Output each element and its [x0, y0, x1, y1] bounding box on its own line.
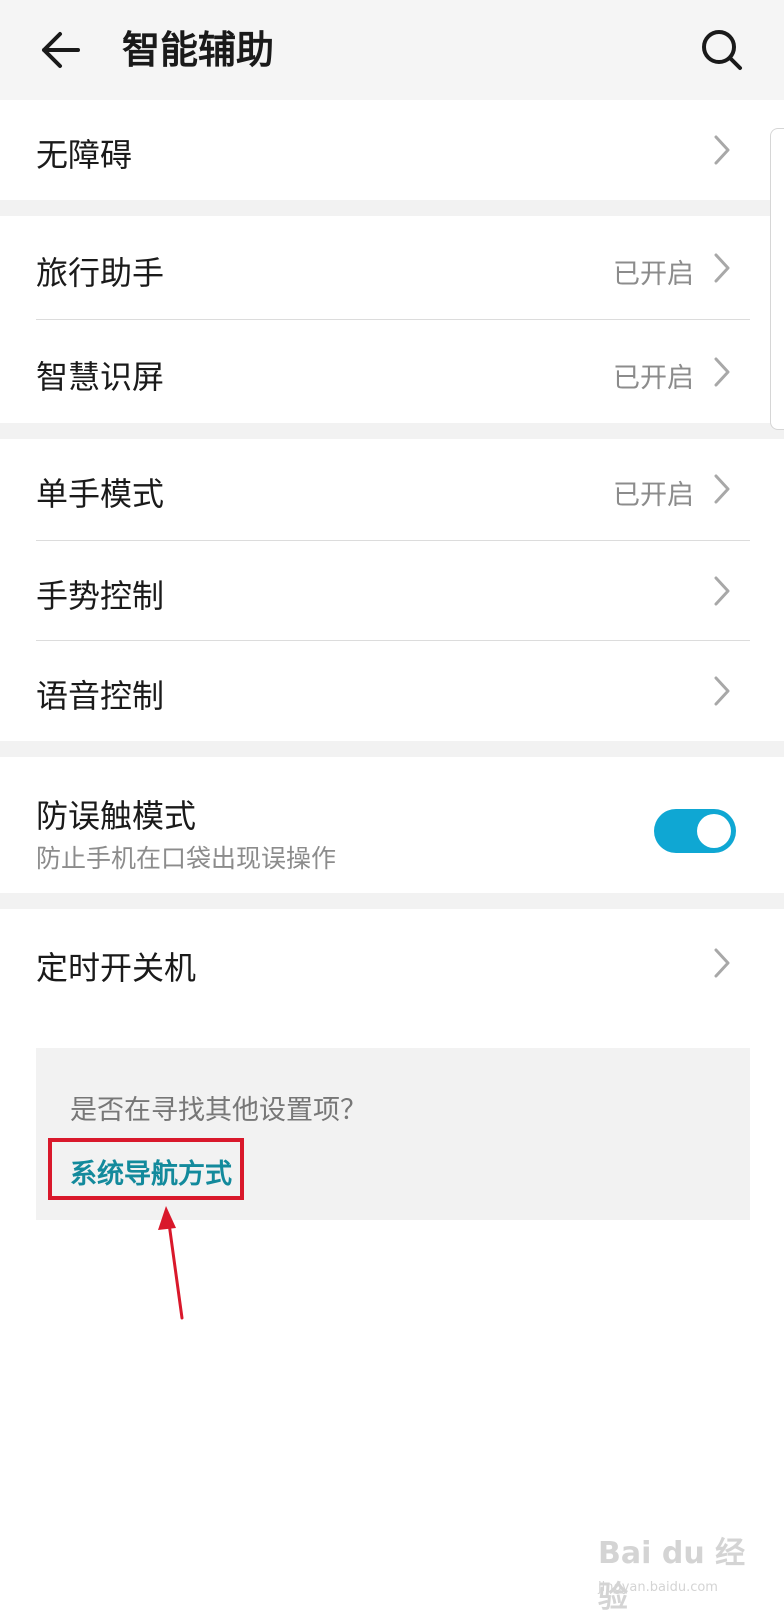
chevron-right-icon: [714, 474, 730, 504]
settings-item-label: 防误触模式: [36, 797, 197, 835]
scroll-indicator[interactable]: [770, 128, 784, 430]
settings-item-label: 智慧识屏: [36, 358, 165, 396]
group-gap: [0, 200, 784, 216]
settings-item-scheduled-power[interactable]: 定时开关机: [0, 909, 784, 1013]
settings-item-label: 无障碍: [36, 136, 133, 174]
settings-item-gesture-control[interactable]: 手势控制: [0, 541, 784, 640]
group-gap: [0, 741, 784, 757]
search-button[interactable]: [692, 20, 752, 80]
group-gap: [0, 893, 784, 909]
back-button[interactable]: [30, 20, 90, 80]
page-title: 智能辅助: [122, 28, 275, 72]
settings-item-status: 已开启: [613, 259, 694, 290]
chevron-right-icon: [714, 253, 730, 283]
chevron-right-icon: [714, 357, 730, 387]
settings-item-accessibility[interactable]: 无障碍: [0, 100, 784, 200]
highlight-box-annotation: [48, 1138, 244, 1200]
settings-item-status: 已开启: [613, 480, 694, 511]
settings-item-label: 手势控制: [36, 577, 165, 615]
settings-item-sublabel: 防止手机在口袋出现误操作: [36, 844, 337, 873]
settings-item-label: 单手模式: [36, 475, 165, 513]
baidu-watermark-url: jingyan.baidu.com: [598, 1580, 718, 1595]
group-gap: [0, 423, 784, 439]
settings-item-travel-assistant[interactable]: 旅行助手 已开启: [0, 216, 784, 319]
settings-item-one-hand-mode[interactable]: 单手模式 已开启: [0, 439, 784, 540]
app-header: 智能辅助: [0, 0, 784, 100]
settings-item-smart-screen[interactable]: 智慧识屏 已开启: [0, 320, 784, 423]
settings-item-label: 旅行助手: [36, 254, 165, 292]
settings-item-label: 语音控制: [36, 677, 165, 715]
chevron-right-icon: [714, 676, 730, 706]
toggle-knob: [697, 814, 731, 848]
settings-item-label: 定时开关机: [36, 949, 197, 987]
settings-item-voice-control[interactable]: 语音控制: [0, 641, 784, 741]
search-icon: [702, 30, 742, 70]
chevron-right-icon: [714, 135, 730, 165]
chevron-right-icon: [714, 948, 730, 978]
baidu-watermark: Bai du 经验: [598, 1536, 746, 1615]
suggestion-question: 是否在寻找其他设置项？: [70, 1095, 367, 1126]
chevron-right-icon: [714, 576, 730, 606]
arrow-left-icon: [42, 32, 80, 68]
settings-item-accidental-touch-mode: 防误触模式 防止手机在口袋出现误操作: [0, 757, 784, 893]
settings-item-status: 已开启: [613, 363, 694, 394]
accidental-touch-toggle[interactable]: [654, 809, 736, 853]
